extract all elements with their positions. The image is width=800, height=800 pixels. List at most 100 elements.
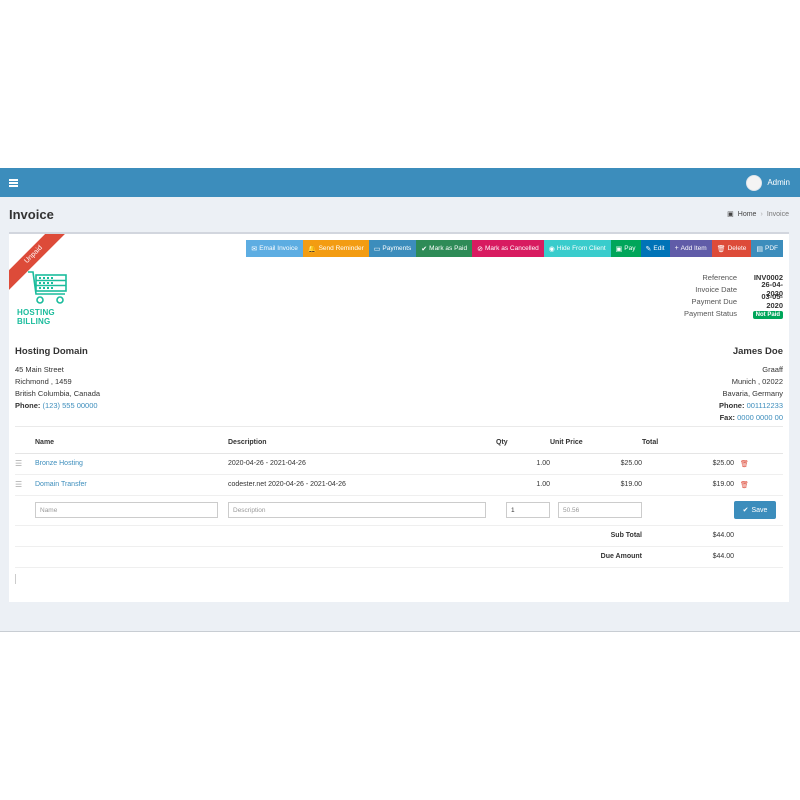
delete-item-icon[interactable]: 🗑 — [734, 482, 749, 489]
invoice-toolbar: ✉ Email Invoice 🔔 Send Reminder ▭ Payments ✔ Ma… — [246, 240, 783, 257]
toolbar-button-label: Hide From Client — [556, 245, 606, 252]
from-phone-link[interactable]: (123) 555 00000 — [43, 401, 98, 410]
item-name-link[interactable]: Bronze Hosting — [35, 460, 83, 467]
invoice-box: Unpaid ✉ Email Invoice 🔔 Send Reminder ▭ Paym… — [9, 232, 789, 602]
item-total: $25.00 — [642, 453, 734, 475]
delete-item-icon[interactable]: 🗑 — [734, 461, 749, 468]
plus-icon: + — [674, 245, 679, 252]
payment-due-value: 03-05-2020 — [761, 292, 783, 310]
to-name: James Doe — [732, 346, 783, 357]
item-total: $19.00 — [642, 474, 734, 496]
due-amount-label: Due Amount — [550, 546, 642, 568]
from-address-line: 45 Main Street — [15, 365, 64, 374]
subtotal-label: Sub Total — [550, 525, 642, 547]
check-icon: ✔ — [421, 245, 428, 253]
column-header-total: Total — [642, 433, 734, 454]
payments-button[interactable]: ▭ Payments — [368, 240, 417, 257]
breadcrumb-home[interactable]: Home — [738, 211, 757, 218]
content-header: Invoice ▣ Home › Invoice — [0, 197, 800, 231]
eye-icon: ◉ — [548, 245, 555, 253]
logo-text: HOSTING BILLING — [17, 308, 55, 326]
breadcrumb-separator: › — [760, 210, 763, 218]
avatar — [746, 174, 763, 191]
new-item-row: Name Description 1 50.56 ✔ Save — [15, 495, 783, 526]
toolbar-button-label: Delete — [727, 245, 747, 252]
menu-toggle-icon[interactable] — [9, 178, 18, 187]
from-address-line: British Columbia, Canada — [15, 389, 101, 398]
invoice-date-label: Invoice Date — [695, 284, 737, 294]
toolbar-button-label: Send Reminder — [318, 245, 364, 252]
toolbar-button-label: Mark as Cancelled — [484, 245, 539, 252]
new-item-description-input[interactable]: Description — [228, 502, 486, 518]
breadcrumb-current: Invoice — [766, 210, 789, 218]
resize-handle[interactable] — [15, 574, 16, 584]
column-header-unit-price: Unit Price — [550, 433, 642, 454]
new-item-qty-input[interactable]: 1 — [506, 502, 550, 518]
toolbar-button-label: Payments — [382, 245, 412, 252]
cart-logo-icon — [28, 271, 67, 304]
item-unit-price: $25.00 — [550, 453, 642, 475]
toolbar-button-label: Pay — [624, 245, 636, 252]
to-address: James Doe Graaff Munich , 02022 Bavaria,… — [719, 346, 783, 424]
to-phone-link[interactable]: 001112233 — [747, 401, 783, 410]
item-qty: 1.00 — [496, 474, 550, 496]
from-name: Hosting Domain — [15, 346, 88, 357]
item-description: codester.net 2020-04-26 - 2021-04-26 — [228, 474, 496, 496]
divider — [15, 426, 783, 427]
to-company: Graaff — [762, 365, 783, 374]
credit-card-icon: ▭ — [373, 245, 381, 253]
status-badge: Not Paid — [752, 310, 783, 319]
subtotal-row: Sub Total $44.00 — [15, 525, 783, 547]
payment-status-label: Payment Status — [684, 308, 737, 318]
item-name-link[interactable]: Domain Transfer — [35, 481, 87, 488]
column-header-description: Description — [228, 433, 496, 454]
item-unit-price: $19.00 — [550, 474, 642, 496]
mark-as-cancelled-button[interactable]: ⊘ Mark as Cancelled — [472, 240, 544, 257]
payment-due-label: Payment Due — [691, 296, 737, 306]
to-phone-label: Phone: — [719, 401, 745, 410]
to-address-line: Munich , 02022 — [731, 377, 783, 386]
to-fax-label: Fax: — [719, 413, 736, 422]
item-qty: 1.00 — [496, 453, 550, 475]
mark-as-paid-button[interactable]: ✔ Mark as Paid — [416, 240, 473, 257]
due-amount-value: $44.00 — [642, 546, 734, 568]
table-row: ☰ Bronze Hosting 2020-04-26 - 2021-04-26… — [15, 453, 783, 475]
pay-button[interactable]: ▣ Pay — [610, 240, 641, 257]
drag-handle-icon[interactable]: ☰ — [15, 453, 35, 475]
table-header-row: Name Description Qty Unit Price Total — [15, 433, 783, 454]
invoice-meta: Reference INV0002 Invoice Date 26-04-2020 … — [647, 271, 783, 319]
envelope-icon: ✉ — [251, 245, 258, 253]
edit-button[interactable]: ✎ Edit — [640, 240, 670, 257]
hide-from-client-button[interactable]: ◉ Hide From Client — [543, 240, 611, 257]
save-label: Save — [751, 506, 768, 514]
toolbar-button-label: Edit — [653, 245, 665, 252]
subtotal-value: $44.00 — [642, 525, 734, 547]
new-item-name-input[interactable]: Name — [35, 502, 218, 518]
save-icon: ✔ — [742, 507, 749, 514]
from-address-line: Richmond , 1459 — [15, 377, 72, 386]
save-item-button[interactable]: ✔ Save — [734, 501, 776, 519]
to-fax-link[interactable]: 0000 0000 00 — [737, 413, 783, 422]
new-item-price-input[interactable]: 50.56 — [558, 502, 642, 518]
send-reminder-button[interactable]: 🔔 Send Reminder — [302, 240, 369, 257]
breadcrumb: ▣ Home › Invoice — [727, 210, 789, 219]
trash-icon: 🗑 — [716, 245, 726, 253]
pdf-button[interactable]: ▤ PDF — [751, 240, 783, 257]
dashboard-icon: ▣ — [727, 211, 734, 218]
user-menu[interactable]: Admin — [746, 174, 790, 191]
toolbar-button-label: Email Invoice — [259, 245, 298, 252]
toolbar-button-label: Mark as Paid — [429, 245, 468, 252]
reference-label: Reference — [702, 272, 737, 282]
app-window: Admin Invoice ▣ Home › Invoice Unpaid ✉ E… — [0, 168, 800, 632]
money-icon: ▣ — [615, 245, 623, 253]
delete-button[interactable]: 🗑 Delete — [711, 240, 752, 257]
pencil-icon: ✎ — [645, 245, 652, 253]
column-header-qty: Qty — [496, 433, 550, 454]
toolbar-button-label: PDF — [765, 245, 778, 252]
email-invoice-button[interactable]: ✉ Email Invoice — [246, 240, 303, 257]
item-description: 2020-04-26 - 2021-04-26 — [228, 453, 496, 475]
add-item-button[interactable]: + Add Item — [669, 240, 712, 257]
toolbar-button-label: Add Item — [680, 245, 707, 252]
drag-handle-icon[interactable]: ☰ — [15, 474, 35, 496]
ban-icon: ⊘ — [477, 245, 483, 253]
